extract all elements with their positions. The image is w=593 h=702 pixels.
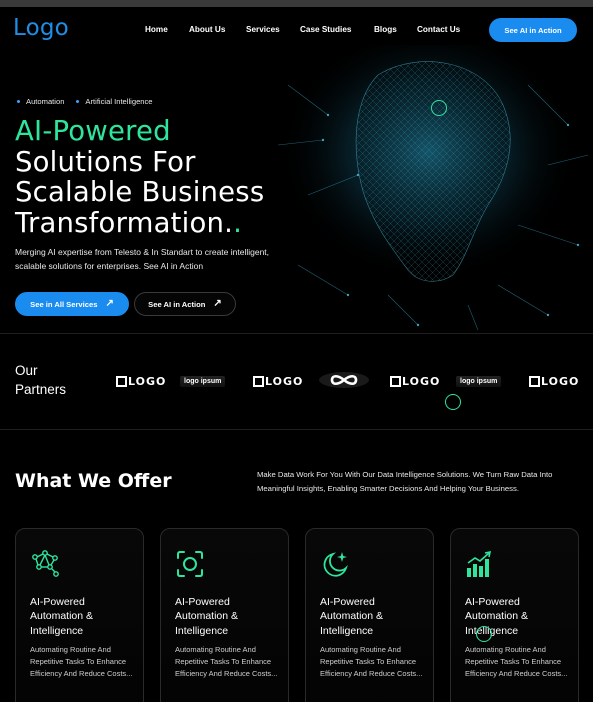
section-divider	[0, 333, 593, 334]
button-label: See AI in Action	[148, 299, 206, 309]
service-card[interactable]: AI-Powered Automation & Intelligence Aut…	[450, 528, 579, 702]
card-description: Automating Routine And Repetitive Tasks …	[320, 645, 423, 678]
partner-logo: logo ipsum	[456, 373, 502, 389]
hero-title-accent-dot: .	[233, 206, 243, 239]
hero-title-line: Scalable Business	[15, 176, 265, 208]
partner-logo-text: LOGO	[265, 374, 304, 388]
green-ring-decoration	[476, 626, 492, 642]
partner-logo-text: LOGO	[541, 374, 580, 388]
nav-home[interactable]: Home	[145, 25, 168, 34]
partner-logo: logo ipsum	[180, 373, 226, 389]
nav-about-us[interactable]: About Us	[189, 25, 225, 34]
green-ring-decoration	[445, 394, 461, 410]
what-we-offer-description: Make Data Work For You With Our Data Int…	[257, 470, 553, 493]
partner-logo-text: LOGO	[128, 374, 167, 388]
nav-contact-us[interactable]: Contact Us	[417, 25, 460, 34]
scan-face-icon	[175, 549, 205, 579]
partners-title: Our Partners	[15, 361, 66, 399]
partner-logo-text: LOGO	[402, 374, 441, 388]
moon-sparkle-icon	[320, 549, 350, 579]
site-logo[interactable]: Logo	[13, 15, 69, 41]
what-we-offer-title: What We Offer	[15, 470, 172, 492]
ai-head-hero-image	[268, 45, 593, 335]
see-ai-in-action-button[interactable]: See AI in Action ↗	[134, 292, 236, 316]
see-ai-in-action-nav-button[interactable]: See AI in Action	[489, 18, 577, 42]
partner-logo-text: logo ipsum	[180, 375, 226, 387]
nav-case-studies[interactable]: Case Studies	[300, 25, 351, 34]
nav-services[interactable]: Services	[246, 25, 280, 34]
browser-top-strip	[0, 0, 593, 7]
partner-logo: LOGO	[116, 373, 166, 389]
green-ring-decoration	[431, 100, 447, 116]
partner-logo-text: logo ipsum	[456, 375, 502, 387]
bullet-dot-icon	[76, 100, 80, 103]
card-description: Automating Routine And Repetitive Tasks …	[175, 645, 278, 678]
logo-square-icon	[529, 375, 540, 387]
hero-tags: Automation Artificial Intelligence	[17, 97, 153, 106]
hero-tag: Artificial Intelligence	[76, 97, 153, 106]
partners-title-line: Our	[15, 363, 38, 378]
hero-title-line: Transformation..	[15, 206, 264, 239]
card-description: Automating Routine And Repetitive Tasks …	[465, 645, 568, 678]
hero-tag-label: Automation	[26, 97, 65, 106]
service-card[interactable]: AI-Powered Automation & Intelligence Aut…	[160, 528, 289, 702]
button-label: See in All Services	[30, 299, 98, 309]
partner-logo: LOGO	[390, 373, 440, 389]
see-all-services-button[interactable]: See in All Services ↗	[15, 292, 129, 316]
partners-title-line: Partners	[15, 382, 67, 397]
logo-square-icon	[390, 375, 401, 387]
card-title: AI-Powered Automation & Intelligence	[175, 596, 239, 637]
logo-square-icon	[116, 375, 127, 387]
network-nodes-icon	[30, 549, 60, 579]
hero-title-line: Solutions For	[15, 145, 196, 178]
logo-square-icon	[253, 375, 264, 387]
partner-logo: LOGO	[529, 373, 579, 389]
nav-blogs[interactable]: Blogs	[374, 25, 397, 34]
service-card[interactable]: AI-Powered Automation & Intelligence Aut…	[15, 528, 144, 702]
card-description: Automating Routine And Repetitive Tasks …	[30, 645, 133, 678]
hero-title-text: Transformation.	[15, 206, 234, 239]
card-title: AI-Powered Automation & Intelligence	[30, 596, 94, 637]
card-title: AI-Powered Automation & Intelligence	[320, 596, 384, 637]
hero-title-line: AI-Powered	[15, 115, 171, 147]
hero-tag-label: Artificial Intelligence	[85, 97, 153, 106]
hero-tag: Automation	[17, 97, 64, 106]
arrow-up-right-icon: ↗	[213, 298, 222, 309]
hero-title: AI-Powered Solutions For Scalable Busine…	[15, 116, 264, 238]
bullet-dot-icon	[17, 100, 20, 103]
infinity-logo-icon	[318, 372, 370, 388]
hero-description: Merging AI expertise from Telesto & In S…	[15, 247, 270, 271]
section-divider	[0, 429, 593, 430]
bar-chart-icon	[465, 549, 495, 579]
partner-logo: LOGO	[253, 373, 303, 389]
arrow-up-right-icon: ↗	[105, 298, 114, 309]
service-card[interactable]: AI-Powered Automation & Intelligence Aut…	[305, 528, 434, 702]
